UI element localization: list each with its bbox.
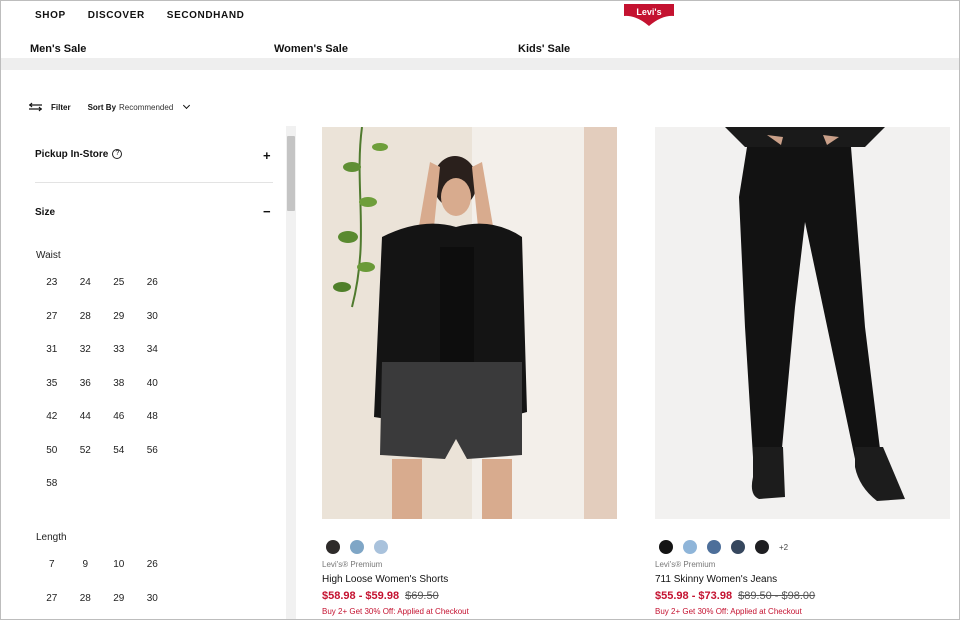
product-card[interactable]: Levi's® Premium High Loose Women's Short… <box>322 127 617 616</box>
size-option[interactable]: 29 <box>102 592 136 605</box>
size-option[interactable]: 24 <box>69 276 103 289</box>
promo-bar <box>1 58 959 70</box>
promo-text: Buy 2+ Get 30% Off: Applied at Checkout <box>322 607 469 616</box>
filter-toolbar: Filter Sort By Recommended <box>29 101 191 112</box>
top-nav: SHOP DISCOVER SECONDHAND <box>35 10 244 21</box>
expand-plus-icon[interactable]: + <box>263 149 271 162</box>
page: SHOP DISCOVER SECONDHAND Levi's Men's Sa… <box>0 0 960 620</box>
waist-size-grid: 23 24 25 26 27 28 29 30 31 32 33 34 35 3… <box>35 276 169 490</box>
size-option[interactable]: 32 <box>69 343 103 356</box>
product-brand: Levi's® Premium <box>655 560 716 569</box>
size-option[interactable]: 25 <box>102 276 136 289</box>
color-swatch[interactable] <box>707 540 721 554</box>
product-card[interactable]: +2 Levi's® Premium 711 Skinny Women's Je… <box>655 127 950 616</box>
color-swatch[interactable] <box>731 540 745 554</box>
waist-label: Waist <box>36 250 61 261</box>
nav-discover-link[interactable]: DISCOVER <box>88 10 145 21</box>
product-brand: Levi's® Premium <box>322 560 383 569</box>
color-swatches <box>326 540 388 554</box>
color-swatch[interactable] <box>350 540 364 554</box>
product-price: $55.98 - $73.98 $89.50 - $98.00 <box>655 590 815 602</box>
size-option[interactable]: 29 <box>102 310 136 323</box>
nav-shop-link[interactable]: SHOP <box>35 10 66 21</box>
more-colors-count[interactable]: +2 <box>779 543 788 552</box>
size-option[interactable]: 30 <box>136 592 170 605</box>
size-option[interactable]: 46 <box>102 410 136 423</box>
size-option[interactable]: 26 <box>136 558 170 571</box>
sort-label: Sort By <box>87 102 117 112</box>
product-photo-jeans <box>655 127 950 519</box>
filter-label: Filter <box>51 102 71 112</box>
size-option[interactable]: 58 <box>35 477 69 490</box>
promo-text: Buy 2+ Get 30% Off: Applied at Checkout <box>655 607 802 616</box>
size-option[interactable]: 27 <box>35 310 69 323</box>
product-name[interactable]: High Loose Women's Shorts <box>322 574 448 585</box>
length-size-grid: 7 9 10 26 27 28 29 30 <box>35 558 169 605</box>
color-swatch[interactable] <box>374 540 388 554</box>
product-image[interactable] <box>655 127 950 519</box>
size-option[interactable]: 36 <box>69 377 103 390</box>
size-option[interactable]: 28 <box>69 310 103 323</box>
product-price: $58.98 - $59.98 $69.50 <box>322 590 439 602</box>
length-label: Length <box>36 532 67 543</box>
sort-value: Recommended <box>119 102 174 112</box>
size-option[interactable]: 9 <box>69 558 103 571</box>
size-option[interactable]: 52 <box>69 444 103 457</box>
nav-secondhand-link[interactable]: SECONDHAND <box>167 10 245 21</box>
sort-dropdown[interactable]: Sort By Recommended <box>87 101 191 112</box>
size-option[interactable]: 38 <box>102 377 136 390</box>
filter-sliders-icon <box>29 102 42 112</box>
size-option[interactable]: 23 <box>35 276 69 289</box>
sidebar-divider <box>35 182 273 183</box>
color-swatch[interactable] <box>659 540 673 554</box>
size-option[interactable]: 28 <box>69 592 103 605</box>
original-price: $89.50 - $98.00 <box>738 590 816 602</box>
color-swatches: +2 <box>659 540 788 554</box>
size-option[interactable]: 34 <box>136 343 170 356</box>
color-swatch[interactable] <box>755 540 769 554</box>
product-name[interactable]: 711 Skinny Women's Jeans <box>655 574 777 585</box>
size-option[interactable]: 7 <box>35 558 69 571</box>
size-option[interactable]: 50 <box>35 444 69 457</box>
size-option[interactable]: 10 <box>102 558 136 571</box>
size-option[interactable]: 30 <box>136 310 170 323</box>
product-image[interactable] <box>322 127 617 519</box>
size-option[interactable]: 54 <box>102 444 136 457</box>
color-swatch[interactable] <box>683 540 697 554</box>
category-kids-sale[interactable]: Kids' Sale <box>518 43 570 55</box>
size-option[interactable]: 31 <box>35 343 69 356</box>
chevron-down-icon <box>183 101 191 110</box>
filter-button[interactable]: Filter <box>29 102 71 112</box>
size-option[interactable]: 33 <box>102 343 136 356</box>
size-option[interactable]: 48 <box>136 410 170 423</box>
size-option[interactable]: 26 <box>136 276 170 289</box>
color-swatch[interactable] <box>326 540 340 554</box>
sale-price: $58.98 - $59.98 <box>322 590 400 602</box>
category-womens-sale[interactable]: Women's Sale <box>274 43 348 55</box>
sale-price: $55.98 - $73.98 <box>655 590 733 602</box>
pickup-title: Pickup In-Store <box>35 149 109 160</box>
info-icon[interactable]: ? <box>112 149 123 159</box>
size-option[interactable]: 40 <box>136 377 170 390</box>
size-option[interactable]: 56 <box>136 444 170 457</box>
size-section-title[interactable]: Size <box>35 207 55 218</box>
collapse-minus-icon[interactable]: − <box>263 205 271 218</box>
logo-wordmark: Levi's <box>636 7 661 17</box>
levis-logo[interactable]: Levi's <box>622 3 676 27</box>
size-option[interactable]: 44 <box>69 410 103 423</box>
category-mens-sale[interactable]: Men's Sale <box>30 43 86 55</box>
size-option[interactable]: 42 <box>35 410 69 423</box>
size-option[interactable]: 27 <box>35 592 69 605</box>
sidebar-scroll-thumb[interactable] <box>287 136 295 211</box>
original-price: $69.50 <box>405 590 439 602</box>
pickup-in-store-toggle[interactable]: Pickup In-Store? <box>35 149 123 160</box>
size-option[interactable]: 35 <box>35 377 69 390</box>
product-photo-shorts <box>322 127 617 519</box>
